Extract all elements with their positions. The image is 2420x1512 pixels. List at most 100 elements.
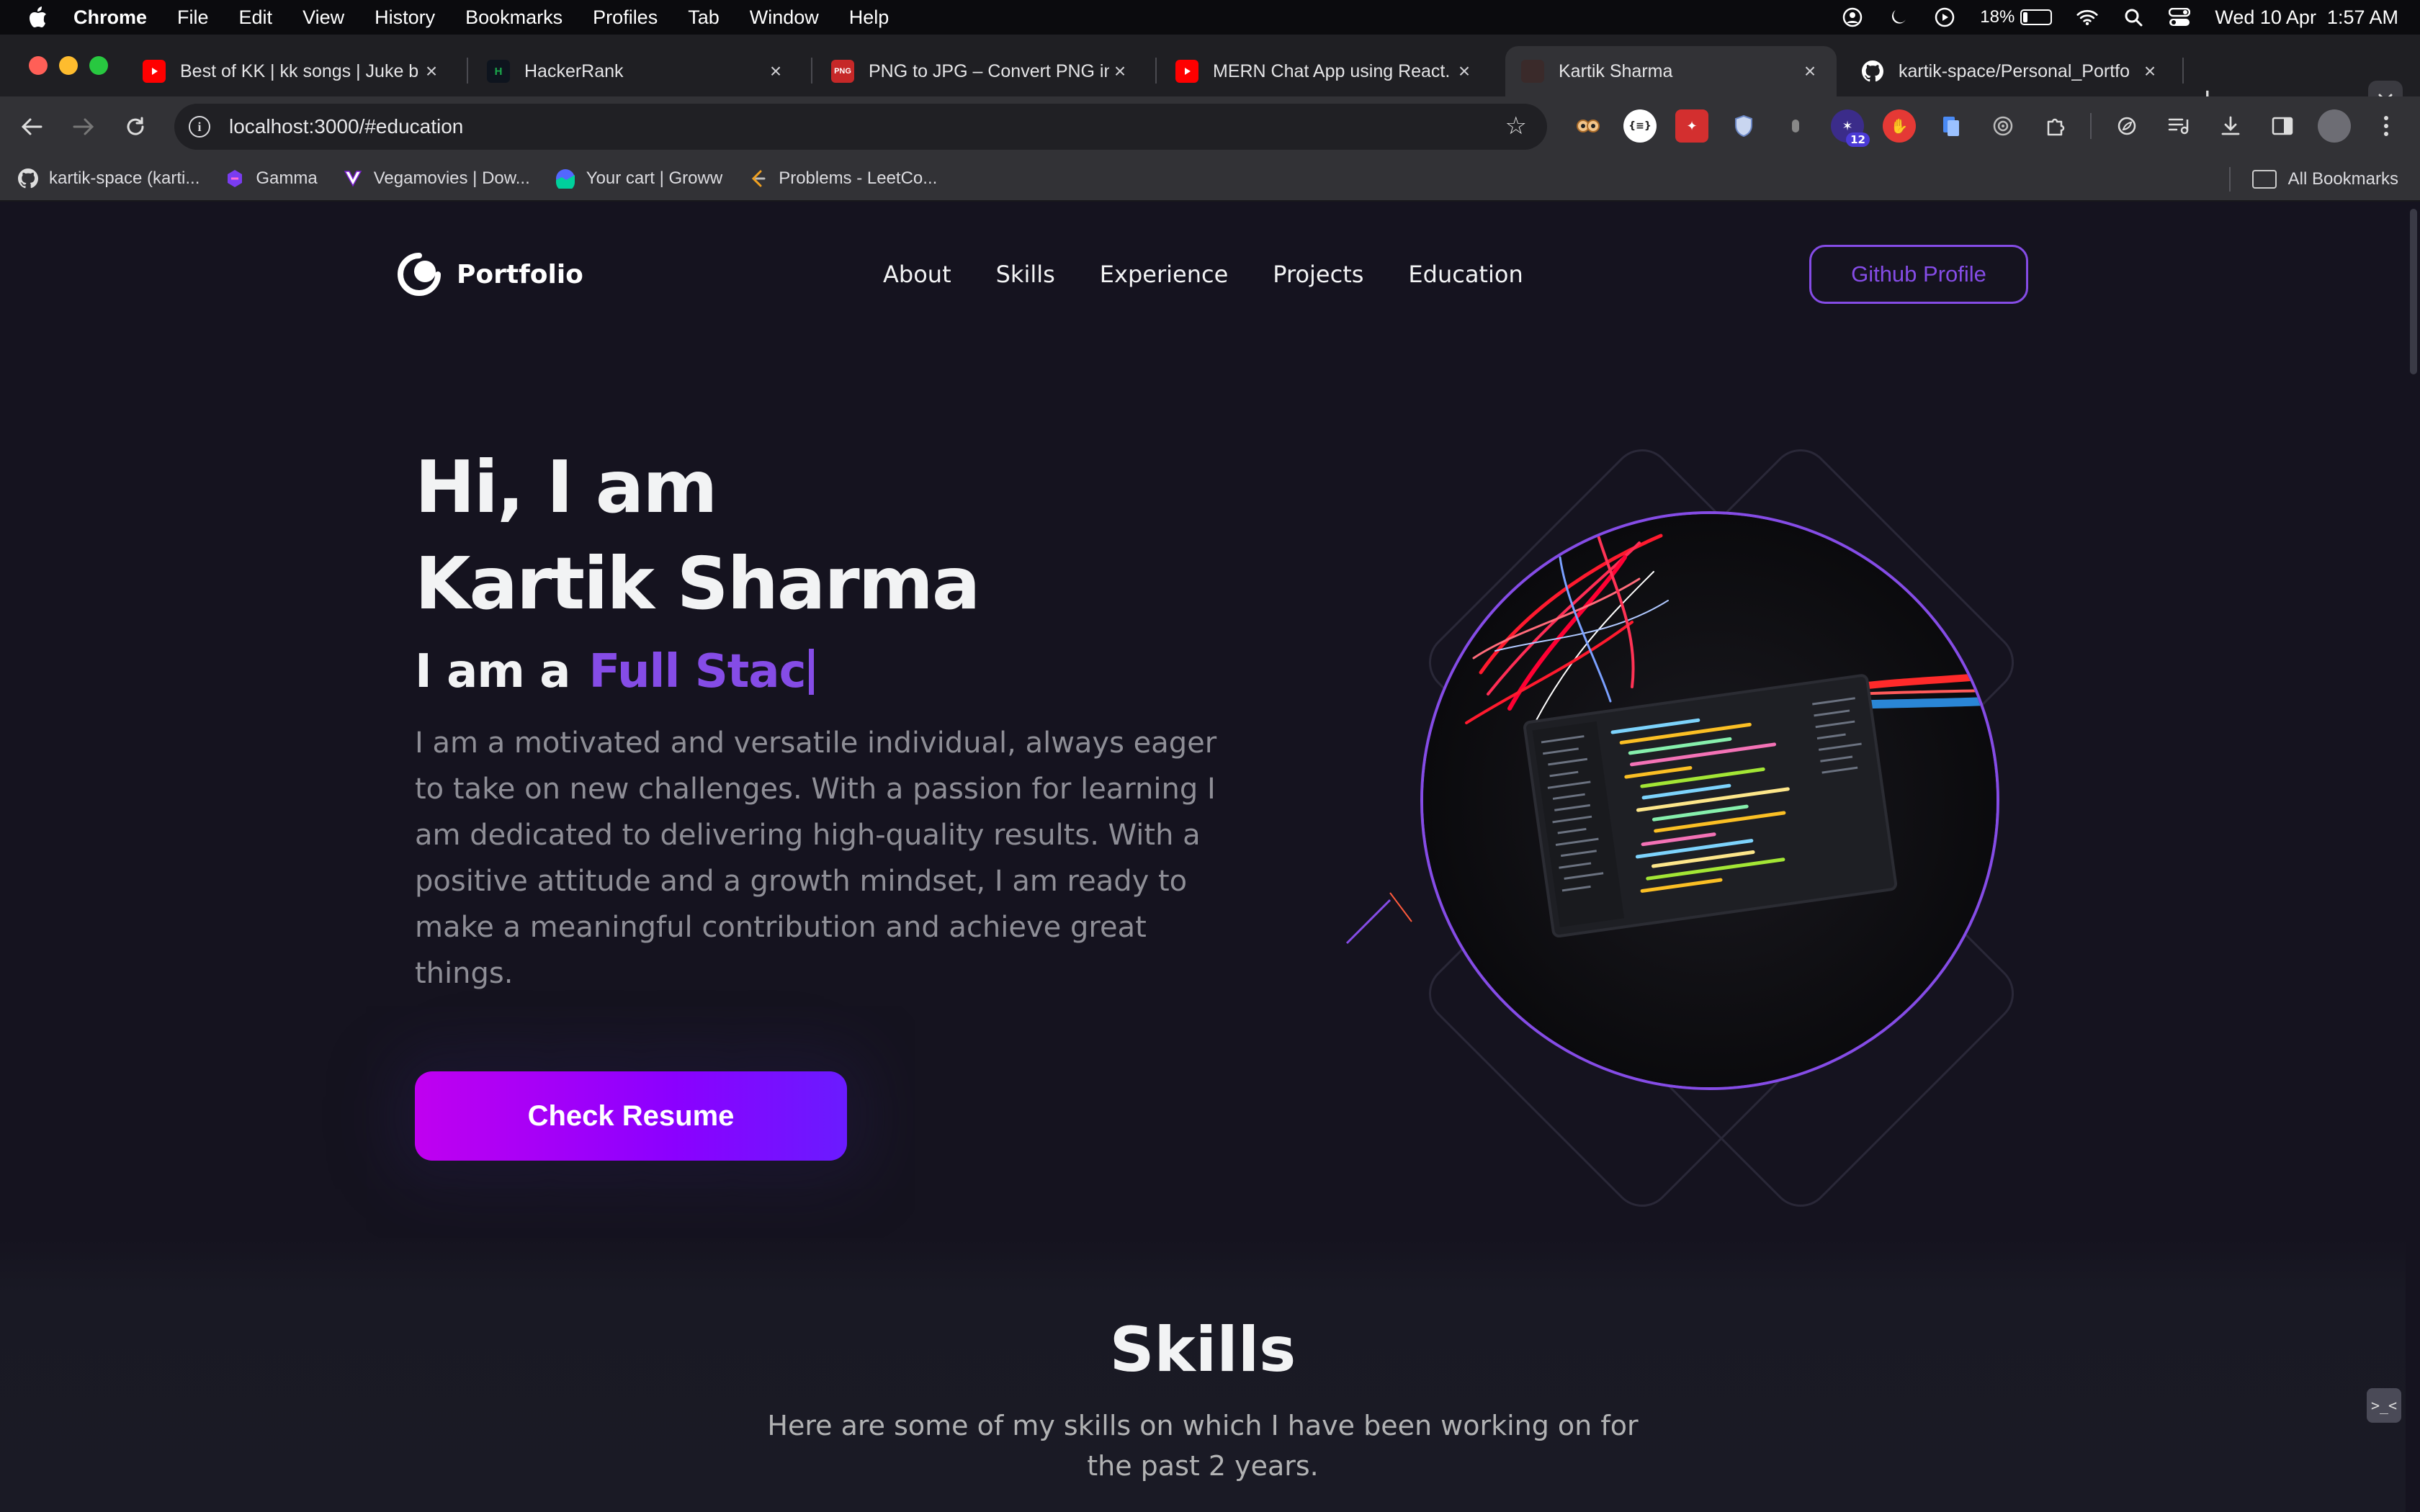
tab-hackerrank[interactable]: H HackerRank ×: [471, 46, 802, 96]
site-logo[interactable]: Portfolio: [395, 243, 583, 305]
battery-indicator[interactable]: 18%: [1980, 7, 2053, 27]
tab-kartik-sharma-active[interactable]: Kartik Sharma ×: [1505, 46, 1837, 96]
close-tab-icon[interactable]: ×: [1453, 60, 1475, 83]
tab-title: Kartik Sharma: [1559, 60, 1673, 81]
nav-education[interactable]: Education: [1408, 261, 1523, 288]
spotlight-search-icon[interactable]: [2123, 6, 2144, 28]
target-extension-icon[interactable]: [1986, 109, 2020, 143]
brand-name: Portfolio: [457, 259, 583, 289]
menu-view[interactable]: View: [302, 6, 344, 29]
bookmark-label: Your cart | Groww: [586, 168, 723, 188]
github-profile-button[interactable]: Github Profile: [1809, 245, 2028, 304]
gray-extension-icon[interactable]: [1779, 109, 1812, 143]
tab-title: kartik-space/Personal_Portfo: [1899, 60, 2130, 81]
profile-avatar-icon[interactable]: [2318, 109, 2351, 143]
bookmark-star-icon[interactable]: ☆: [1505, 114, 1527, 138]
apple-icon[interactable]: [27, 6, 49, 28]
minimize-window-button[interactable]: [59, 56, 78, 75]
stop-hand-extension-icon[interactable]: ✋: [1883, 109, 1916, 143]
menu-window[interactable]: Window: [750, 6, 819, 29]
red-extension-icon[interactable]: ✦: [1675, 109, 1708, 143]
bookmark-leetcode[interactable]: Problems - LeetCo...: [747, 168, 937, 189]
close-tab-icon[interactable]: ×: [1799, 60, 1821, 83]
devtools-toggle-icon[interactable]: >_<: [2367, 1388, 2401, 1423]
nav-skills[interactable]: Skills: [996, 261, 1055, 288]
close-tab-icon[interactable]: ×: [1109, 60, 1131, 83]
nav-about[interactable]: About: [883, 261, 951, 288]
folder-icon: [2251, 170, 2277, 189]
skills-description: Here are some of my skills on which I ha…: [767, 1410, 1639, 1482]
close-tab-icon[interactable]: ×: [421, 60, 442, 83]
reload-icon[interactable]: [121, 112, 150, 141]
bookmark-vegamovies[interactable]: Vegamovies | Dow...: [342, 168, 530, 189]
close-window-button[interactable]: [29, 56, 48, 75]
close-tab-icon[interactable]: ×: [2139, 60, 2161, 83]
png-jpg-icon: PNG: [831, 60, 854, 83]
youtube-icon: [143, 60, 166, 83]
nav-links: About Skills Experience Projects Educati…: [883, 243, 1523, 305]
bookmark-groww[interactable]: Your cart | Groww: [555, 168, 722, 189]
macos-menubar: Chrome File Edit View History Bookmarks …: [0, 0, 2420, 35]
hackerrank-icon: H: [487, 60, 510, 83]
window-controls: [29, 56, 108, 75]
site-info-icon[interactable]: i: [189, 116, 210, 138]
focus-moon-icon[interactable]: [1888, 6, 1909, 28]
tab-mern-chat[interactable]: MERN Chat App using React. ×: [1160, 46, 1491, 96]
menu-profiles[interactable]: Profiles: [593, 6, 658, 29]
scrollbar-thumb[interactable]: [2410, 209, 2417, 374]
tab-youtube-kk[interactable]: Best of KK | kk songs | Juke b ×: [127, 46, 458, 96]
all-bookmarks-button[interactable]: All Bookmarks: [2228, 157, 2398, 202]
side-panel-icon[interactable]: [2266, 109, 2299, 143]
address-bar[interactable]: i localhost:3000/#education ☆: [174, 104, 1547, 150]
user-account-icon[interactable]: [1842, 6, 1863, 28]
shield-extension-icon[interactable]: [1727, 109, 1760, 143]
wifi-icon[interactable]: [2076, 6, 2098, 28]
nav-projects[interactable]: Projects: [1273, 261, 1363, 288]
menu-file[interactable]: File: [177, 6, 209, 29]
nav-experience[interactable]: Experience: [1100, 261, 1228, 288]
performance-leaf-icon[interactable]: [2110, 109, 2143, 143]
back-arrow-icon[interactable]: [17, 112, 46, 141]
docs-extension-icon[interactable]: [1935, 109, 1968, 143]
youtube-icon: [1175, 60, 1198, 83]
menu-history[interactable]: History: [375, 6, 435, 29]
vegamovies-icon: [342, 168, 364, 189]
menu-app-name[interactable]: Chrome: [73, 6, 147, 29]
bookmark-gamma[interactable]: Gamma: [224, 168, 318, 189]
page-scrollbar[interactable]: [2406, 202, 2420, 1512]
bookmark-label: Gamma: [256, 168, 318, 188]
site-navbar: Portfolio About Skills Experience Projec…: [395, 243, 2028, 305]
bookmarks-bar: kartik-space (karti... Gamma Vegamovies …: [0, 157, 2420, 202]
puzzle-extensions-icon[interactable]: [2038, 109, 2071, 143]
kebab-menu-icon[interactable]: [2370, 109, 2403, 143]
tab-github-repo[interactable]: kartik-space/Personal_Portfo ×: [1845, 46, 2177, 96]
menu-help[interactable]: Help: [849, 6, 889, 29]
clock-datetime[interactable]: Wed 10 Apr 1:57 AM: [2215, 6, 2398, 29]
close-tab-icon[interactable]: ×: [765, 60, 786, 83]
json-formatter-icon[interactable]: {≡}: [1623, 109, 1657, 143]
control-center-icon[interactable]: [2169, 6, 2191, 28]
typewriter-role: Full Stac: [588, 645, 806, 698]
address-url[interactable]: localhost:3000/#education: [229, 115, 463, 138]
forward-arrow-icon[interactable]: [69, 112, 98, 141]
menu-tab[interactable]: Tab: [688, 6, 720, 29]
media-queue-icon[interactable]: [2162, 109, 2195, 143]
browser-tabstrip: Best of KK | kk songs | Juke b × H Hacke…: [0, 35, 2420, 115]
play-circle-icon[interactable]: [1934, 6, 1955, 28]
tab-title: PNG to JPG – Convert PNG in: [869, 60, 1109, 81]
download-icon[interactable]: [2214, 109, 2247, 143]
check-resume-button[interactable]: Check Resume: [415, 1071, 847, 1161]
menu-edit[interactable]: Edit: [239, 6, 273, 29]
portfolio-logo-icon: [398, 253, 441, 296]
typewriter-prefix: I am a: [415, 645, 570, 698]
owl-extension-icon[interactable]: [1572, 109, 1605, 143]
bookmark-github[interactable]: kartik-space (karti...: [17, 168, 200, 189]
zoom-window-button[interactable]: [89, 56, 108, 75]
wizard-extension-icon[interactable]: ✶ 12: [1831, 109, 1870, 147]
browser-toolbar: i localhost:3000/#education ☆ {≡} ✦ ✶ 12…: [0, 96, 2420, 157]
tab-title: HackerRank: [524, 60, 624, 81]
tab-png-to-jpg[interactable]: PNG PNG to JPG – Convert PNG in ×: [815, 46, 1147, 96]
menu-bookmarks[interactable]: Bookmarks: [465, 6, 563, 29]
page-viewport: Portfolio About Skills Experience Projec…: [0, 202, 2406, 1512]
groww-icon: [555, 168, 576, 189]
